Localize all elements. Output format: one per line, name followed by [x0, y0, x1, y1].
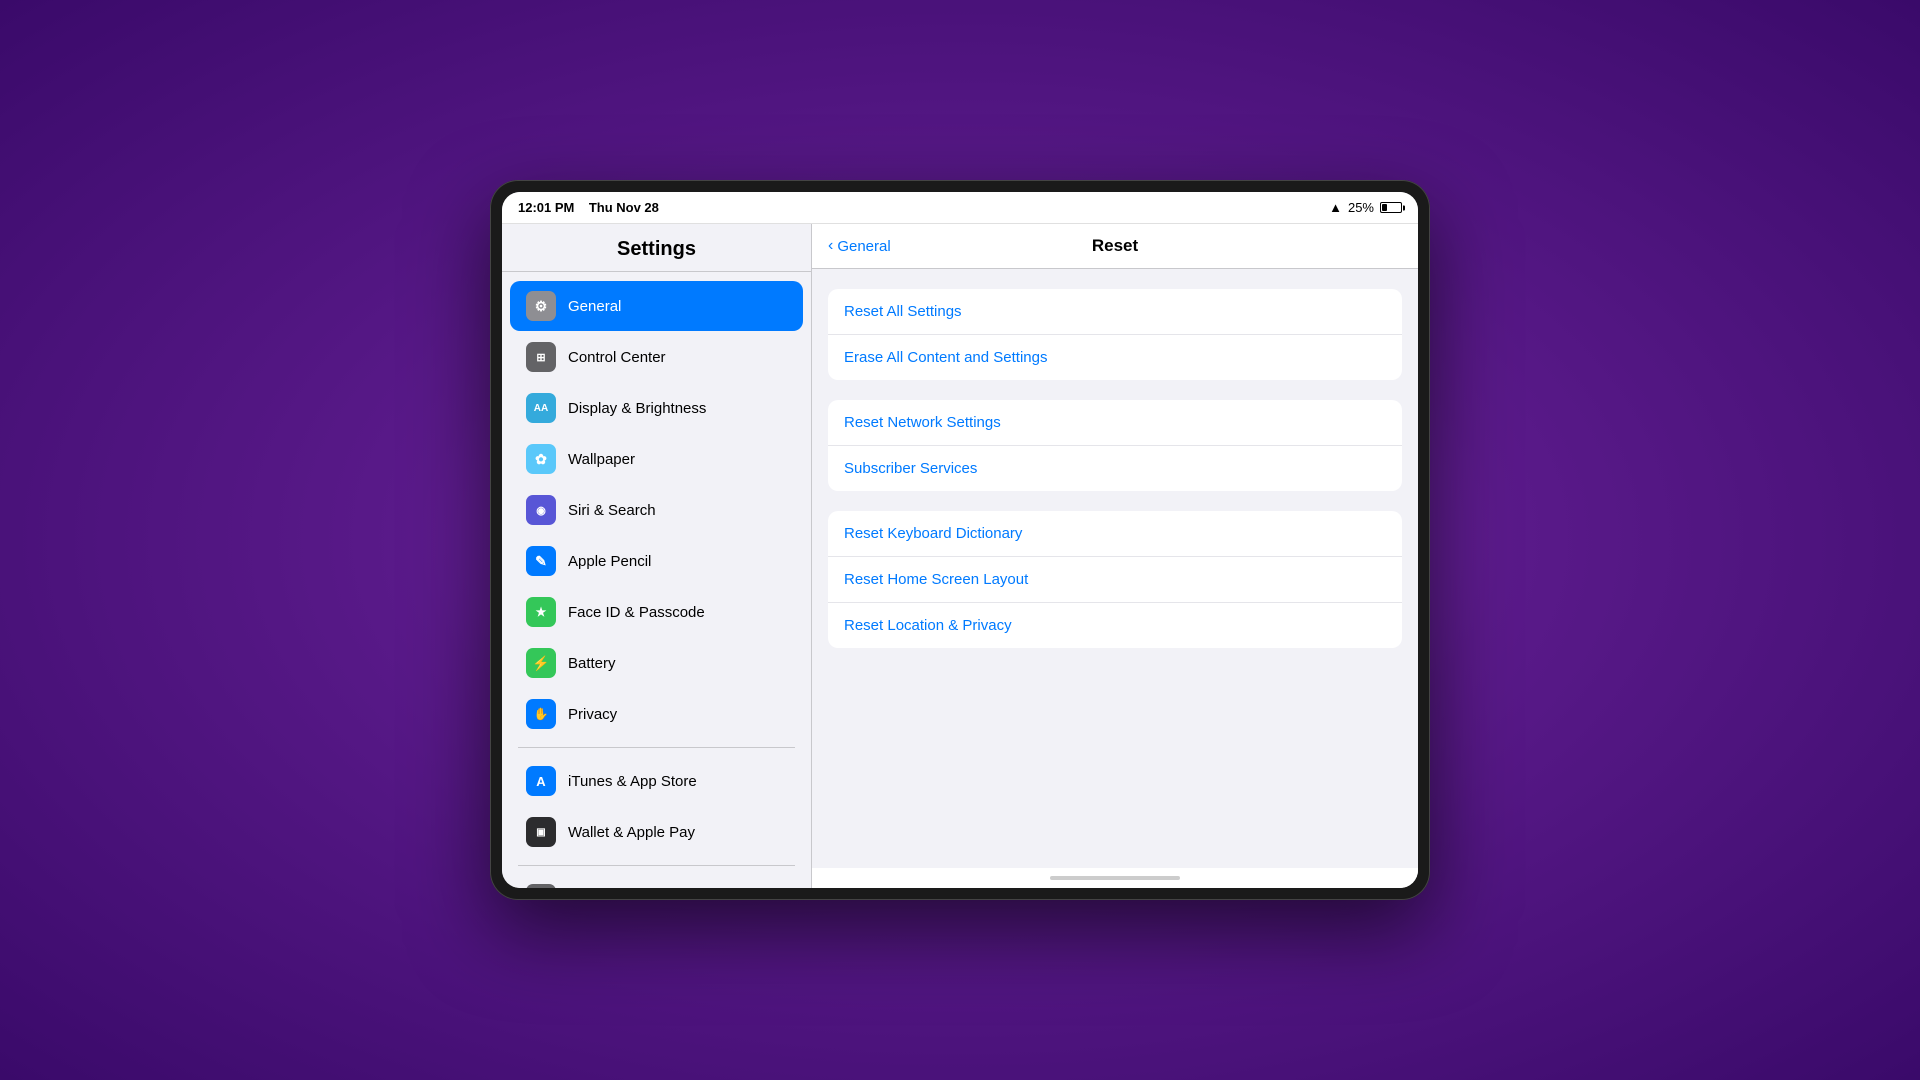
face-id-label: Face ID & Passcode: [568, 604, 705, 621]
sidebar-item-wallpaper[interactable]: ✿ Wallpaper: [510, 434, 803, 484]
sidebar-divider-2: [518, 865, 795, 866]
reset-all-settings-item[interactable]: Reset All Settings: [828, 289, 1402, 335]
back-chevron-icon: ‹: [828, 237, 833, 255]
battery-sidebar-icon: ⚡: [526, 648, 556, 678]
reset-group-3: Reset Keyboard Dictionary Reset Home Scr…: [828, 511, 1402, 648]
reset-network-label: Reset Network Settings: [844, 414, 1001, 431]
ipad-frame: 12:01 PM Thu Nov 28 ▲ 25% Settings: [490, 180, 1430, 900]
sidebar: Settings ⚙ General ⊞ Control Cen: [502, 224, 812, 888]
reset-home-screen-label: Reset Home Screen Layout: [844, 571, 1028, 588]
sidebar-item-itunes[interactable]: A iTunes & App Store: [510, 756, 803, 806]
sidebar-item-general[interactable]: ⚙ General: [510, 281, 803, 331]
wallpaper-icon: ✿: [526, 444, 556, 474]
general-label: General: [568, 298, 621, 315]
home-bar: [1050, 876, 1180, 880]
reset-all-settings-label: Reset All Settings: [844, 303, 962, 320]
sidebar-item-battery[interactable]: ⚡ Battery: [510, 638, 803, 688]
status-bar: 12:01 PM Thu Nov 28 ▲ 25%: [502, 192, 1418, 224]
status-left: 12:01 PM Thu Nov 28: [518, 199, 659, 217]
detail-title: Reset: [1092, 236, 1138, 256]
reset-keyboard-label: Reset Keyboard Dictionary: [844, 525, 1022, 542]
reset-keyboard-item[interactable]: Reset Keyboard Dictionary: [828, 511, 1402, 557]
siri-search-icon: ◉: [526, 495, 556, 525]
face-id-icon: ★: [526, 597, 556, 627]
sidebar-list: ⚙ General ⊞ Control Center AA: [502, 272, 811, 888]
detail-header: ‹ General Reset: [812, 224, 1418, 269]
apple-pencil-label: Apple Pencil: [568, 553, 651, 570]
reset-home-screen-item[interactable]: Reset Home Screen Layout: [828, 557, 1402, 603]
back-button[interactable]: ‹ General: [828, 237, 891, 255]
home-indicator: [812, 868, 1418, 888]
control-center-icon: ⊞: [526, 342, 556, 372]
wifi-icon: ▲: [1329, 200, 1342, 215]
sidebar-item-passwords[interactable]: ⬡ Passwords & Accounts: [510, 874, 803, 888]
wallpaper-label: Wallpaper: [568, 451, 635, 468]
display-brightness-label: Display & Brightness: [568, 400, 706, 417]
apple-pencil-icon: ✎: [526, 546, 556, 576]
time-text: 12:01 PM: [518, 200, 574, 215]
display-brightness-icon: AA: [526, 393, 556, 423]
detail-content: Reset All Settings Erase All Content and…: [812, 269, 1418, 868]
sidebar-header: Settings: [502, 224, 811, 272]
main-content: Settings ⚙ General ⊞ Control Cen: [502, 224, 1418, 888]
general-icon: ⚙: [526, 291, 556, 321]
control-center-label: Control Center: [568, 349, 666, 366]
privacy-icon: ✋: [526, 699, 556, 729]
ipad-screen: 12:01 PM Thu Nov 28 ▲ 25% Settings: [502, 192, 1418, 888]
subscriber-services-label: Subscriber Services: [844, 460, 977, 477]
reset-group-2: Reset Network Settings Subscriber Servic…: [828, 400, 1402, 491]
reset-network-item[interactable]: Reset Network Settings: [828, 400, 1402, 446]
erase-all-content-item[interactable]: Erase All Content and Settings: [828, 335, 1402, 380]
reset-group-1: Reset All Settings Erase All Content and…: [828, 289, 1402, 380]
wallet-icon: ▣: [526, 817, 556, 847]
sidebar-item-wallet[interactable]: ▣ Wallet & Apple Pay: [510, 807, 803, 857]
detail-panel: ‹ General Reset Reset All Settings Erase…: [812, 224, 1418, 888]
back-label: General: [837, 238, 890, 255]
sidebar-item-control-center[interactable]: ⊞ Control Center: [510, 332, 803, 382]
status-right: ▲ 25%: [1329, 200, 1402, 215]
date-text: Thu Nov 28: [589, 200, 659, 215]
sidebar-item-siri-search[interactable]: ◉ Siri & Search: [510, 485, 803, 535]
sidebar-divider-1: [518, 747, 795, 748]
sidebar-item-face-id[interactable]: ★ Face ID & Passcode: [510, 587, 803, 637]
erase-all-content-label: Erase All Content and Settings: [844, 349, 1047, 366]
sidebar-item-privacy[interactable]: ✋ Privacy: [510, 689, 803, 739]
itunes-icon: A: [526, 766, 556, 796]
sidebar-item-apple-pencil[interactable]: ✎ Apple Pencil: [510, 536, 803, 586]
battery-icon: [1380, 202, 1402, 213]
passwords-icon: ⬡: [526, 884, 556, 888]
itunes-label: iTunes & App Store: [568, 773, 697, 790]
battery-fill: [1382, 204, 1387, 211]
status-time: 12:01 PM Thu Nov 28: [518, 200, 659, 215]
siri-search-label: Siri & Search: [568, 502, 656, 519]
sidebar-title: Settings: [518, 238, 795, 261]
subscriber-services-item[interactable]: Subscriber Services: [828, 446, 1402, 491]
sidebar-item-display-brightness[interactable]: AA Display & Brightness: [510, 383, 803, 433]
privacy-label: Privacy: [568, 706, 617, 723]
reset-location-item[interactable]: Reset Location & Privacy: [828, 603, 1402, 648]
battery-label: Battery: [568, 655, 616, 672]
battery-percent: 25%: [1348, 200, 1374, 215]
wallet-label: Wallet & Apple Pay: [568, 824, 695, 841]
reset-location-label: Reset Location & Privacy: [844, 617, 1012, 634]
